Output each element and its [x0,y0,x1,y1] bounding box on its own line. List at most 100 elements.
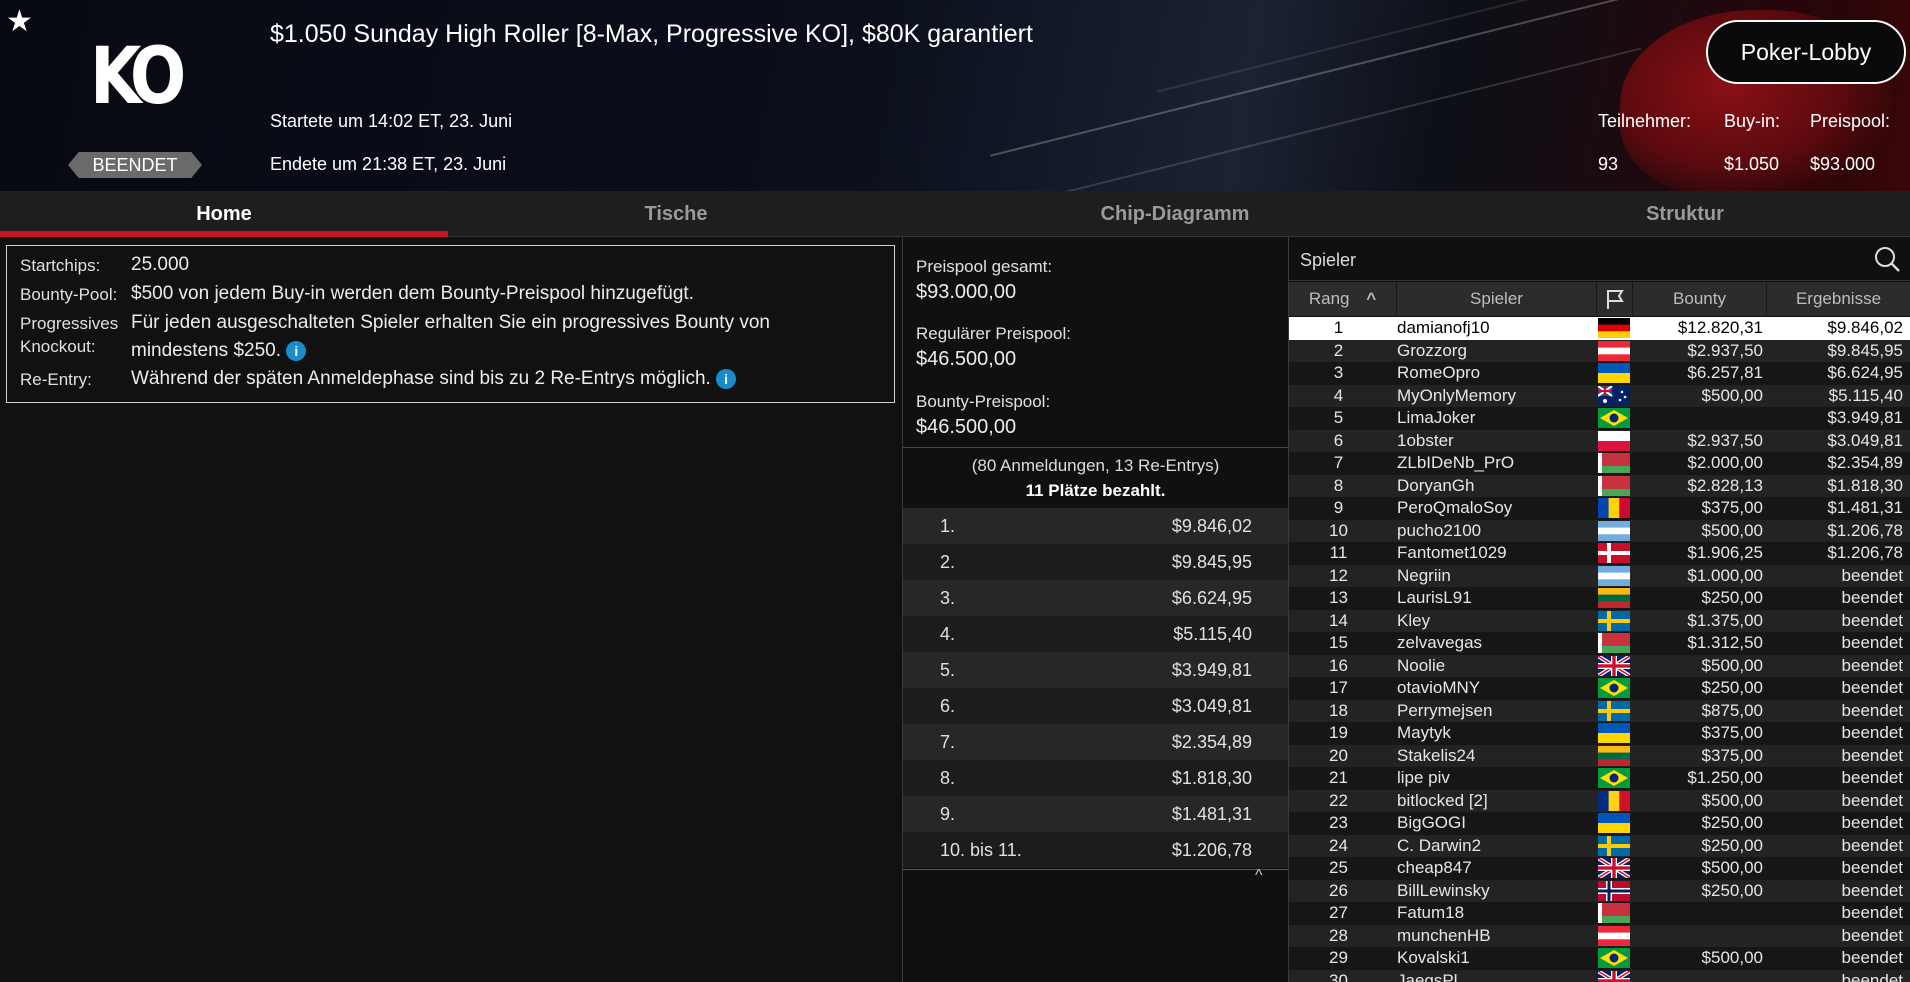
tab-chip-chart[interactable]: Chip-Diagramm [945,191,1405,237]
player-bounty: $1.000,00 [1687,565,1763,585]
player-name: BigGOGI [1397,813,1466,832]
country-flag-icon [1598,745,1630,766]
payout-place: 3. [940,588,956,608]
player-result: $6.624,95 [1827,363,1903,382]
player-row[interactable]: 5 LimaJoker $3.949,81 [1289,407,1910,430]
header-decoration [990,0,1670,157]
player-row[interactable]: 10 pucho2100 $500,00 $1.206,78 [1289,519,1910,542]
player-result: beendet [1841,678,1903,697]
player-search-input[interactable] [1300,247,1840,273]
regular-prizepool-value: $46.500,00 [916,348,1017,370]
player-row[interactable]: 23 BigGOGI $250,00 beendet [1289,812,1910,835]
country-flag-icon [1598,948,1630,968]
country-flag-icon [1598,835,1630,856]
player-result: beendet [1841,745,1903,765]
status-badge: BEENDET [68,152,202,178]
column-country-header[interactable] [1597,282,1633,316]
country-flag-icon [1598,633,1630,653]
player-row[interactable]: 24 C. Darwin2 $250,00 beendet [1289,834,1910,857]
player-row[interactable]: 1 damianofj10 $12.820,31 $9.846,02 [1289,317,1910,340]
payout-place: 5. [940,660,956,680]
player-name: Maytyk [1397,723,1451,742]
tab-structure[interactable]: Struktur [1460,191,1910,237]
column-rank-header[interactable]: Rang ^ [1289,282,1397,316]
player-row[interactable]: 29 Kovalski1 $500,00 beendet [1289,947,1910,970]
participants-label: Teilnehmer: [1598,111,1692,131]
payout-place: 6. [940,696,956,716]
country-flag-icon [1598,813,1630,833]
player-result: beendet [1841,948,1903,967]
player-row[interactable]: 8 DoryanGh $2.828,13 $1.818,30 [1289,474,1910,497]
regular-prizepool-label: Regulärer Preispool: [916,324,1071,343]
player-result: beendet [1841,903,1903,922]
player-row[interactable]: 16 Noolie $500,00 beendet [1289,654,1910,677]
player-row[interactable]: 14 Kley $1.375,00 beendet [1289,609,1910,632]
player-row[interactable]: 11 Fantomet1029 $1.906,25 $1.206,78 [1289,542,1910,565]
player-row[interactable]: 25 cheap847 $500,00 beendet [1289,857,1910,880]
player-name: MyOnlyMemory [1397,385,1517,405]
player-row[interactable]: 6 1obster $2.937,50 $3.049,81 [1289,429,1910,452]
country-flag-icon [1598,408,1630,428]
player-name: Fantomet1029 [1397,543,1507,562]
player-name: zelvavegas [1397,633,1483,652]
player-name: Kley [1397,610,1431,630]
country-flag-icon [1598,610,1630,631]
payout-amount: $3.949,81 [1171,660,1252,680]
player-row[interactable]: 21 lipe piv $1.250,00 beendet [1289,767,1910,790]
country-flag-icon [1598,723,1630,743]
favorite-star-icon[interactable]: ★ [6,4,33,39]
player-name: Kovalski1 [1397,948,1470,967]
player-row[interactable]: 9 PeroQmaloSoy $375,00 $1.481,31 [1289,497,1910,520]
poker-lobby-button[interactable]: Poker-Lobby [1706,20,1906,84]
payout-amount: $1.481,31 [1171,804,1252,824]
player-row[interactable]: 3 RomeOpro $6.257,81 $6.624,95 [1289,362,1910,385]
player-bounty: $375,00 [1701,723,1763,742]
payout-row: 8. $1.818,30 [903,760,1288,796]
player-row[interactable]: 20 Stakelis24 $375,00 beendet [1289,744,1910,767]
pko-label-line2: Knockout: [20,337,96,356]
player-row[interactable]: 17 otavioMNY $250,00 beendet [1289,677,1910,700]
player-rank: 16 [1329,655,1348,675]
player-bounty: $250,00 [1701,880,1763,900]
player-result: beendet [1841,565,1903,585]
player-rank: 18 [1329,700,1348,720]
player-row[interactable]: 2 Grozzorg $2.937,50 $9.845,95 [1289,339,1910,362]
column-player-header[interactable]: Spieler [1397,282,1597,316]
player-name: munchenHB [1397,925,1491,945]
player-rank: 12 [1329,565,1348,585]
country-flag-icon [1598,858,1630,878]
chevron-up-icon[interactable]: ^ [1255,867,1263,885]
column-result-header[interactable]: Ergebnisse [1767,282,1910,316]
player-row[interactable]: 19 Maytyk $375,00 beendet [1289,722,1910,745]
player-row[interactable]: 22 bitlocked [2] $500,00 beendet [1289,789,1910,812]
player-row[interactable]: 26 BillLewinsky $250,00 beendet [1289,879,1910,902]
player-row[interactable]: 28 munchenHB beendet [1289,924,1910,947]
player-rank: 17 [1329,678,1348,697]
player-row[interactable]: 30 JaegsPl beendet [1289,969,1910,982]
player-bounty: $12.820,31 [1677,318,1763,337]
player-row[interactable]: 27 Fatum18 beendet [1289,902,1910,925]
participants-value: 93 [1598,154,1619,174]
player-row[interactable]: 12 Negriin $1.000,00 beendet [1289,564,1910,587]
pko-label: Progressives [20,314,118,334]
player-bounty: $875,00 [1701,700,1763,720]
column-bounty-header[interactable]: Bounty [1633,282,1767,316]
country-flag-icon [1598,925,1630,946]
player-bounty: $500,00 [1701,520,1763,540]
payout-place: 7. [940,732,956,752]
payout-amount: $1.818,30 [1171,768,1252,788]
payout-place: 1. [940,516,956,536]
pko-text-line2: mindestens $250. i [131,340,307,362]
search-icon[interactable] [1873,245,1901,273]
player-row[interactable]: 7 ZLbIDeNb_PrO $2.000,00 $2.354,89 [1289,452,1910,475]
pko-info-icon[interactable]: i [286,340,307,361]
player-row[interactable]: 18 Perrymejsen $875,00 beendet [1289,699,1910,722]
player-name: damianofj10 [1397,318,1490,337]
player-rank: 24 [1329,835,1348,855]
tab-tables[interactable]: Tische [452,191,900,237]
player-row[interactable]: 13 LaurisL91 $250,00 beendet [1289,587,1910,610]
player-row[interactable]: 4 MyOnlyMemory $500,00 $5.115,40 [1289,384,1910,407]
country-flag-icon [1598,880,1630,901]
reentry-info-icon[interactable]: i [716,368,737,389]
player-row[interactable]: 15 zelvavegas $1.312,50 beendet [1289,632,1910,655]
